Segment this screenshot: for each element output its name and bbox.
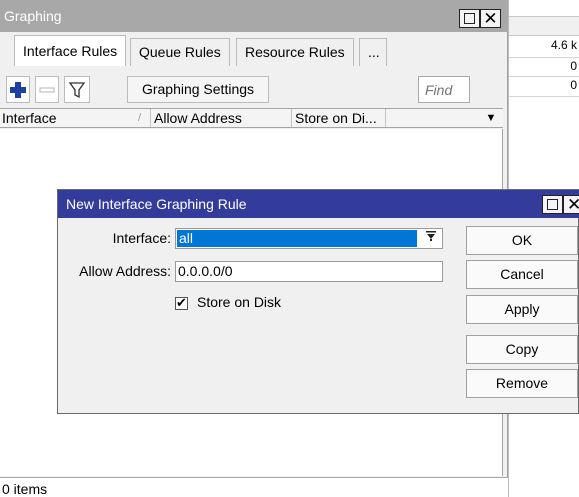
add-button[interactable]: [6, 76, 30, 103]
dialog-close-button[interactable]: ✕: [563, 195, 579, 214]
sort-indicator: /: [138, 112, 142, 124]
table-header: Interface / Allow Address Store on Di...…: [0, 108, 503, 128]
background-row-divider: [509, 96, 579, 97]
column-interface[interactable]: Interface /: [0, 109, 151, 127]
interface-select[interactable]: all: [175, 228, 443, 249]
cancel-button[interactable]: Cancel: [466, 260, 578, 289]
dropdown-arrow-icon[interactable]: [421, 230, 441, 247]
filter-button[interactable]: [64, 76, 90, 103]
dialog-maximize-button[interactable]: [542, 195, 563, 214]
ok-button[interactable]: OK: [466, 226, 578, 255]
background-value-3: 0: [570, 78, 577, 92]
store-on-disk-label[interactable]: Store on Disk: [197, 294, 281, 310]
plus-icon: [7, 77, 29, 102]
column-allow-address[interactable]: Allow Address: [152, 109, 292, 127]
maximize-button[interactable]: [459, 9, 480, 28]
allow-address-input[interactable]: 0.0.0.0/0: [175, 261, 443, 282]
background-row-divider: [509, 76, 579, 77]
dialog-titlebar[interactable]: New Interface Graphing Rule ✕: [58, 190, 579, 218]
toolbar: Graphing Settings: [0, 66, 508, 106]
allow-address-label: Allow Address:: [79, 263, 171, 279]
status-bar: 0 items: [0, 477, 508, 497]
background-value-2: 0: [570, 59, 577, 73]
column-menu-button[interactable]: ▼: [481, 109, 501, 127]
background-panel-header: [509, 16, 579, 36]
find-input[interactable]: [418, 76, 470, 103]
remove-button[interactable]: [35, 76, 59, 103]
interface-select-value: all: [177, 230, 417, 247]
status-text: 0 items: [2, 481, 48, 497]
tab-queue-rules[interactable]: Queue Rules: [130, 38, 230, 66]
tab-interface-rules[interactable]: Interface Rules: [14, 35, 127, 66]
tab-resource-rules[interactable]: Resource Rules: [236, 38, 354, 66]
remove-button[interactable]: Remove: [466, 369, 578, 398]
maximize-icon: [464, 13, 475, 24]
close-icon: ✕: [483, 9, 498, 28]
new-rule-dialog: New Interface Graphing Rule ✕ Interface:…: [57, 189, 579, 414]
background-row-divider: [509, 57, 579, 58]
maximize-icon: [547, 199, 558, 210]
column-store-on-disk[interactable]: Store on Di...: [293, 109, 386, 127]
graphing-titlebar[interactable]: Graphing ✕: [0, 0, 508, 32]
apply-button[interactable]: Apply: [466, 295, 578, 324]
store-on-disk-checkbox[interactable]: ✔: [175, 295, 188, 310]
tab-bar: Interface Rules Queue Rules Resource Rul…: [0, 32, 508, 66]
minus-icon: [36, 77, 58, 102]
graphing-title: Graphing: [4, 8, 62, 24]
filter-icon: [65, 77, 89, 102]
dialog-title: New Interface Graphing Rule: [66, 196, 247, 212]
close-icon: ✕: [567, 195, 579, 214]
triangle-down-icon: ▼: [485, 112, 497, 124]
close-button[interactable]: ✕: [480, 9, 501, 28]
column-interface-label: Interface: [2, 110, 57, 126]
interface-label: Interface:: [112, 230, 171, 246]
tab-more[interactable]: ...: [359, 38, 387, 66]
checkmark-icon: ✔: [176, 295, 187, 310]
copy-button[interactable]: Copy: [466, 335, 578, 364]
graphing-settings-button[interactable]: Graphing Settings: [127, 76, 269, 103]
background-value-1: 4.6 k: [550, 38, 577, 52]
